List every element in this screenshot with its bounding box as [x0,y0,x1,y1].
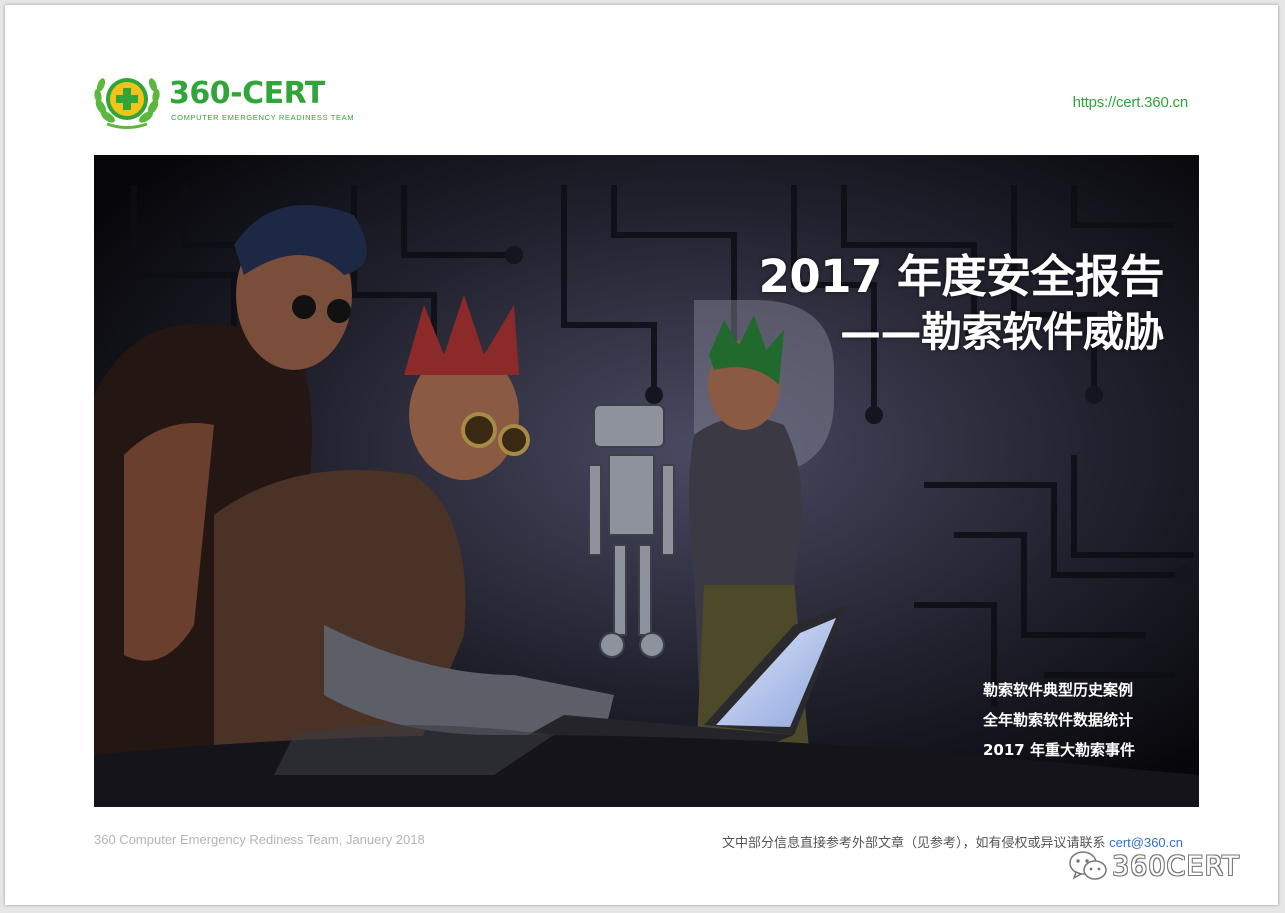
logo: 360-CERT COMPUTER EMERGENCY READINESS TE… [93,69,368,133]
logo-wordmark: 360-CERT [169,76,325,111]
watermark: 360CERT [1068,847,1258,887]
wechat-icon [1069,851,1107,880]
report-subtitle: ——勒索软件威胁 [840,308,1165,356]
footer-notice-text: 文中部分信息直接参考外部文章（见参考），如有侵权或异议请联系 [721,835,1106,850]
site-url-link[interactable]: https://cert.360.cn [1073,94,1189,111]
report-cover-page: 360-CERT COMPUTER EMERGENCY READINESS TE… [5,5,1278,905]
logo-subtitle: COMPUTER EMERGENCY READINESS TEAM [171,113,355,122]
report-title: 2017 年度安全报告 [758,250,1165,303]
watermark-text: 360CERT [1112,851,1240,882]
laurel-plus-icon [94,78,160,129]
contents-item: 全年勒索软件数据统计 [983,711,1134,729]
footer-team-date: 360 Computer Emergency Rediness Team, Ja… [94,832,425,847]
contents-list: 勒索软件典型历史案例 全年勒索软件数据统计 2017 年重大勒索事件 [983,675,1135,765]
cover-illustration: 2017 年度安全报告 ——勒索软件威胁 勒索软件典型历史案例 全年勒索软件数据… [94,155,1199,807]
contents-item: 勒索软件典型历史案例 [983,681,1134,699]
contents-item: 2017 年重大勒索事件 [983,741,1135,759]
